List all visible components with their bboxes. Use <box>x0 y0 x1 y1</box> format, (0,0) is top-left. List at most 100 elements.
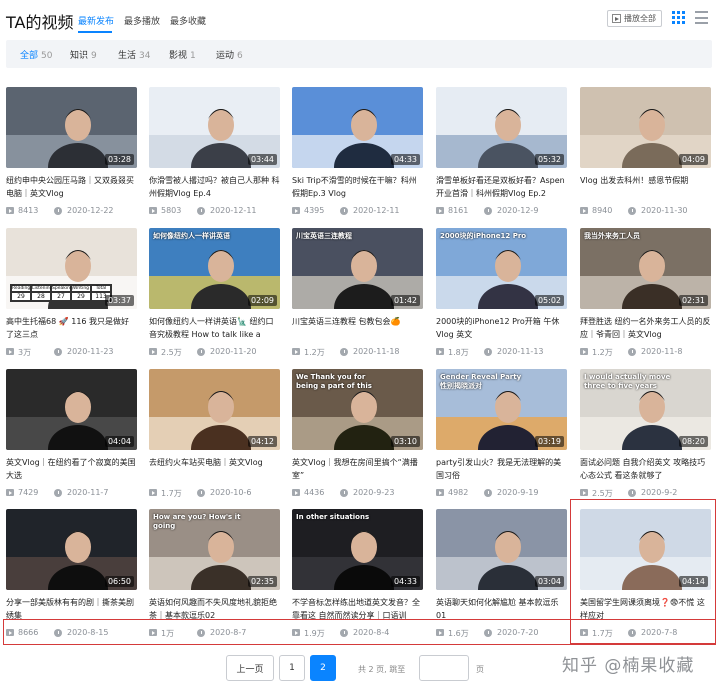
publish-date: 2020-11-20 <box>210 347 257 356</box>
filter-life[interactable]: 生活 34 <box>118 48 150 61</box>
video-title[interactable]: Ski Trip不滑雪的时候在干嘛？科州假期Ep.3 Vlog <box>292 174 423 202</box>
play-count-icon <box>6 207 14 214</box>
filter-knowledge[interactable]: 知识 9 <box>70 48 97 61</box>
video-title[interactable]: 川宝英语三连教程 包教包会🍊 <box>292 315 423 343</box>
video-card[interactable]: 04:09 Vlog 出发去科州！感恩节假期 8940 2020-11-30 <box>580 87 711 220</box>
video-card[interactable]: 03:44 你滑雪被人撂过吗？被自己人那种 科州假期Vlog Ep.4 5803 20… <box>149 87 280 220</box>
play-all-label: 播放全部 <box>624 14 656 23</box>
video-thumbnail[interactable]: Gender Reveal Party 性别揭晓派对 03:19 <box>436 369 567 450</box>
video-card[interactable]: Reading Listening Speaking Writing Total 29 28… <box>6 228 137 361</box>
video-title[interactable]: 高中生托福68 🚀 116 我只是做好了这三点 <box>6 315 137 343</box>
video-thumbnail[interactable]: How are you? How's it going 02:35 <box>149 509 280 590</box>
clock-icon <box>197 207 205 215</box>
play-count: 8940 <box>592 206 613 215</box>
video-thumbnail[interactable]: 04:09 <box>580 87 711 168</box>
page-2-button[interactable]: 2 <box>310 655 336 681</box>
video-thumbnail[interactable]: 03:04 <box>436 509 567 590</box>
play-count-icon <box>580 207 588 214</box>
video-card[interactable]: 04:04 英文Vlog｜在纽约看了个寂寞的美国大选 7429 2020-11-7 <box>6 369 137 502</box>
clock-icon <box>628 489 636 497</box>
video-thumbnail[interactable]: 04:12 <box>149 369 280 450</box>
grid-view-icon[interactable] <box>672 11 685 24</box>
play-count: 2.5万 <box>161 348 182 357</box>
video-card[interactable]: We Thank you for being a part of this 03:… <box>292 369 423 502</box>
video-card[interactable]: 05:32 滑雪单板好看还是双板好看？Aspen开业首滑｜科州假期Vlog Ep.… <box>436 87 567 220</box>
video-thumbnail[interactable]: We Thank you for being a part of this 03:… <box>292 369 423 450</box>
play-count-icon <box>580 489 588 496</box>
clock-icon <box>197 348 205 356</box>
publish-date: 2020-10-6 <box>210 488 252 497</box>
play-count: 3万 <box>18 348 32 357</box>
video-card[interactable]: I would actually move three to five year… <box>580 369 711 502</box>
video-title[interactable]: 滑雪单板好看还是双板好看？Aspen开业首滑｜科州假期Vlog Ep.2 <box>436 174 567 202</box>
thumbnail-caption: 如何像纽约人一样讲英语 <box>153 232 230 240</box>
watermark: 知乎 @楠果收藏 <box>562 656 695 676</box>
page-1-button[interactable]: 1 <box>279 655 305 681</box>
play-count-icon <box>149 489 157 496</box>
video-title[interactable]: 纽约申中央公园压马路｜又双叒叕买电脑｜英文Vlog <box>6 174 137 202</box>
video-meta: 5803 2020-12-11 <box>149 206 280 216</box>
video-thumbnail[interactable]: 川宝英语三连教程 01:42 <box>292 228 423 309</box>
clock-icon <box>628 348 636 356</box>
video-title[interactable]: 英文Vlog｜我想在房间里搞个“满播室” <box>292 456 423 484</box>
tab-most-favorited[interactable]: 最多收藏 <box>170 14 206 27</box>
video-thumbnail[interactable]: 2000块的iPhone12 Pro 05:02 <box>436 228 567 309</box>
active-tab-indicator <box>78 31 112 33</box>
video-thumbnail[interactable]: In other situations 04:33 <box>292 509 423 590</box>
tab-most-played[interactable]: 最多播放 <box>124 14 160 27</box>
filter-film[interactable]: 影视 1 <box>169 48 196 61</box>
video-thumbnail[interactable]: 04:33 <box>292 87 423 168</box>
filter-all[interactable]: 全部 50 <box>20 48 52 61</box>
video-thumbnail[interactable]: 06:50 <box>6 509 137 590</box>
video-duration: 04:09 <box>678 154 708 165</box>
video-duration: 02:35 <box>247 576 277 587</box>
video-title[interactable]: 拜登胜选 纽约一名外来务工人员的反应｜爷青回｜英文Vlog <box>580 315 711 343</box>
play-count: 8413 <box>18 206 39 215</box>
video-title[interactable]: 面试必问题 自我介绍英文 攻略技巧 心态公式 看这条就够了 <box>580 456 711 484</box>
video-title[interactable]: 如何像纽约人一样讲英语🗽 纽约口音究极教程 How to talk like a <box>149 315 280 343</box>
video-duration: 03:44 <box>247 154 277 165</box>
play-count: 8161 <box>448 206 469 215</box>
video-thumbnail[interactable]: 05:32 <box>436 87 567 168</box>
filter-sports[interactable]: 运动 6 <box>216 48 243 61</box>
play-count-icon <box>292 489 300 496</box>
play-count: 7429 <box>18 488 39 497</box>
video-title[interactable]: party引发山火？我是无法理解的美国习俗 <box>436 456 567 484</box>
jump-page-input[interactable] <box>419 655 469 681</box>
tab-latest[interactable]: 最新发布 <box>78 14 114 27</box>
video-thumbnail[interactable]: 03:44 <box>149 87 280 168</box>
play-count-icon <box>436 207 444 214</box>
video-card[interactable]: 2000块的iPhone12 Pro 05:02 2000块的iPhone12 Pr… <box>436 228 567 361</box>
video-card[interactable]: 川宝英语三连教程 01:42 川宝英语三连教程 包教包会🍊 1.2万 2020-11-1… <box>292 228 423 361</box>
video-title[interactable]: 你滑雪被人撂过吗？被自己人那种 科州假期Vlog Ep.4 <box>149 174 280 202</box>
video-thumbnail[interactable]: I would actually move three to five year… <box>580 369 711 450</box>
video-duration: 04:33 <box>390 154 420 165</box>
prev-page-button[interactable]: 上一页 <box>226 655 274 681</box>
video-title[interactable]: 去纽约火车站买电脑｜英文Vlog <box>149 456 280 484</box>
video-card[interactable]: 04:12 去纽约火车站买电脑｜英文Vlog 1.7万 2020-10-6 <box>149 369 280 502</box>
play-count: 1.2万 <box>304 348 325 357</box>
video-duration: 02:09 <box>247 295 277 306</box>
list-view-icon[interactable] <box>695 11 708 24</box>
thumbnail-caption: 2000块的iPhone12 Pro <box>440 232 527 240</box>
publish-date: 2020-11-30 <box>641 206 688 215</box>
video-thumbnail[interactable]: 04:04 <box>6 369 137 450</box>
video-thumbnail[interactable]: 03:28 <box>6 87 137 168</box>
toefl-score-table: Reading Listening Speaking Writing Total 29 28… <box>10 284 112 302</box>
video-meta: 1.8万 2020-11-13 <box>436 347 567 357</box>
play-all-button[interactable]: 播放全部 <box>607 10 662 27</box>
video-title[interactable]: 英文Vlog｜在纽约看了个寂寞的美国大选 <box>6 456 137 484</box>
publish-date: 2020-11-23 <box>67 347 114 356</box>
video-card[interactable]: Gender Reveal Party 性别揭晓派对 03:19 party引发山火… <box>436 369 567 502</box>
video-card[interactable]: 04:33 Ski Trip不滑雪的时候在干嘛？科州假期Ep.3 Vlog 4395… <box>292 87 423 220</box>
publish-date: 2020-12-11 <box>210 206 257 215</box>
video-thumbnail[interactable]: 如何像纽约人一样讲英语 02:09 <box>149 228 280 309</box>
video-title[interactable]: 2000块的iPhone12 Pro开箱 午休Vlog 英文 <box>436 315 567 343</box>
video-card[interactable]: 03:28 纽约申中央公园压马路｜又双叒叕买电脑｜英文Vlog 8413 2020-1… <box>6 87 137 220</box>
video-thumbnail[interactable]: 我当外来务工人员 02:31 <box>580 228 711 309</box>
video-card[interactable]: 如何像纽约人一样讲英语 02:09 如何像纽约人一样讲英语🗽 纽约口音究极教程 Ho… <box>149 228 280 361</box>
publish-date: 2020-12-11 <box>353 206 400 215</box>
video-thumbnail[interactable]: Reading Listening Speaking Writing Total 29 28… <box>6 228 137 309</box>
video-title[interactable]: Vlog 出发去科州！感恩节假期 <box>580 174 711 202</box>
video-card[interactable]: 我当外来务工人员 02:31 拜登胜选 纽约一名外来务工人员的反应｜爷青回｜英文Vl… <box>580 228 711 361</box>
